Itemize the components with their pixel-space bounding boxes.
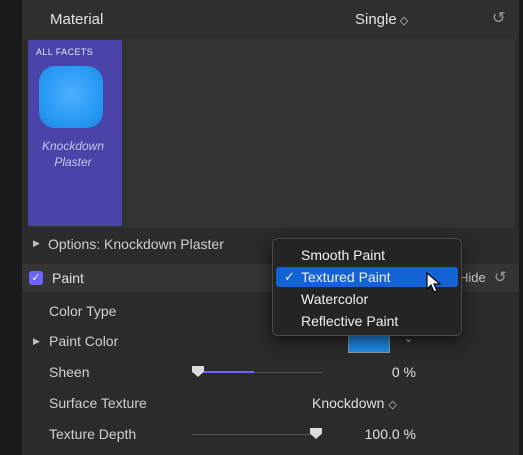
undo-icon[interactable]: ↺ — [494, 268, 507, 286]
surface-texture-value: Knockdown — [312, 395, 385, 411]
material-inspector-panel: Material Single ◇ ↺ ALL FACETS Knockdown … — [22, 0, 519, 455]
mode-label: Single — [355, 11, 397, 28]
sheen-row: Sheen 0 % — [22, 357, 519, 387]
paint-checkbox[interactable]: ✓ — [29, 271, 43, 285]
menu-item-smooth-paint[interactable]: Smooth Paint — [276, 245, 458, 265]
mouse-pointer-icon — [426, 272, 442, 293]
texture-depth-slider-knob[interactable] — [310, 428, 322, 439]
menu-item-label: Textured Paint — [301, 269, 391, 285]
surface-texture-row: Surface Texture Knockdown ◇ — [22, 388, 519, 418]
hide-button[interactable]: Hide — [459, 270, 486, 285]
texture-depth-slider[interactable] — [192, 428, 322, 439]
disclosure-triangle-icon[interactable]: ▶ — [33, 238, 40, 249]
sheen-slider[interactable] — [192, 366, 322, 377]
checkmark-icon: ✓ — [284, 269, 295, 284]
facet-material-name: Knockdown Plaster — [41, 139, 105, 169]
color-type-label: Color Type — [49, 303, 117, 319]
paint-color-label: Paint Color — [49, 333, 119, 349]
surface-texture-popup[interactable]: Knockdown ◇ — [312, 395, 397, 411]
mode-popup[interactable]: Single ◇ — [355, 11, 408, 28]
material-swatch — [39, 66, 103, 128]
sheen-slider-knob[interactable] — [192, 366, 204, 377]
menu-item-reflective-paint[interactable]: Reflective Paint — [276, 311, 458, 331]
menu-item-label: Watercolor — [301, 291, 369, 307]
facet-label: ALL FACETS — [36, 47, 94, 57]
sheen-label: Sheen — [49, 364, 90, 380]
undo-icon[interactable]: ↺ — [492, 8, 505, 28]
texture-depth-label: Texture Depth — [49, 426, 137, 442]
menu-item-label: Reflective Paint — [301, 313, 399, 329]
sheen-value[interactable]: 0 % — [352, 364, 416, 380]
texture-depth-row: Texture Depth 100.0 % — [22, 419, 519, 449]
options-label: Options: Knockdown Plaster — [48, 236, 224, 252]
menu-item-label: Smooth Paint — [301, 247, 386, 263]
surface-texture-label: Surface Texture — [49, 395, 147, 411]
facet-tile[interactable]: ALL FACETS Knockdown Plaster — [28, 40, 122, 226]
updown-chevron-icon: ◇ — [388, 399, 397, 411]
facet-browser: ALL FACETS Knockdown Plaster — [28, 38, 515, 228]
material-title: Material — [50, 11, 104, 28]
texture-depth-value[interactable]: 100.0 % — [352, 426, 416, 442]
inspector-header: Material Single ◇ ↺ — [22, 0, 519, 40]
disclosure-triangle-icon[interactable]: ▶ — [33, 336, 40, 347]
paint-label: Paint — [52, 270, 84, 286]
updown-chevron-icon: ◇ — [399, 15, 409, 27]
